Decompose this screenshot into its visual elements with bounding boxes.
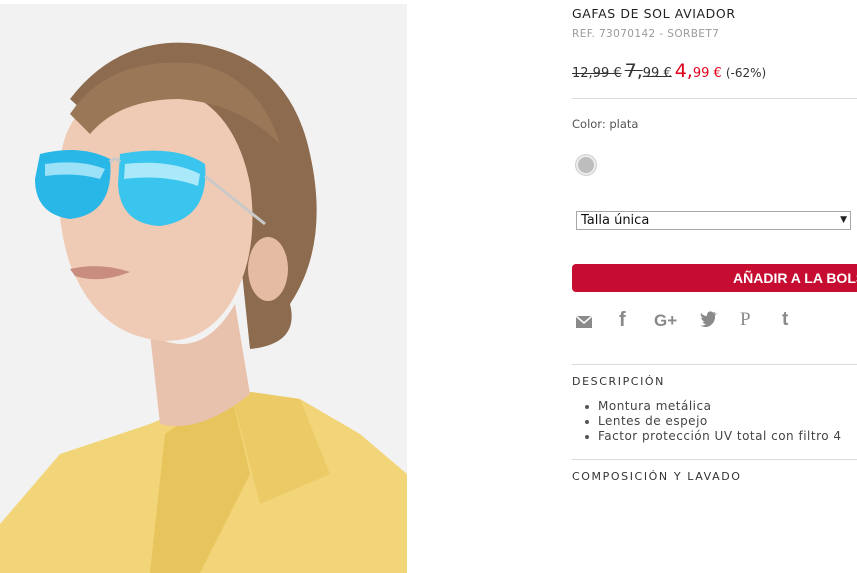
pinterest-icon[interactable]: P: [740, 309, 751, 331]
description-heading[interactable]: DESCRIPCIÓN: [572, 375, 665, 388]
previous-price: 7,99 €: [624, 60, 672, 82]
product-title: GAFAS DE SOL AVIADOR: [572, 6, 736, 21]
divider: [572, 364, 857, 365]
color-swatch-plata[interactable]: [576, 155, 596, 175]
size-selected-value: Talla única: [581, 213, 650, 228]
add-to-bag-button[interactable]: AÑADIR A LA BOLSA: [572, 264, 857, 292]
product-info-panel: GAFAS DE SOL AVIADOR REF. 73070142 - SOR…: [572, 0, 857, 573]
tumblr-icon[interactable]: t: [782, 309, 788, 331]
original-price: 12,99 €: [572, 66, 622, 81]
size-select[interactable]: Talla única ▼: [576, 211, 851, 230]
sale-price: 4,99 €: [674, 60, 722, 82]
description-item: Lentes de espejo: [585, 414, 842, 429]
twitter-icon[interactable]: [700, 311, 718, 332]
google-plus-icon[interactable]: G+: [654, 311, 677, 331]
description-item: Factor protección UV total con filtro 4: [585, 429, 842, 443]
share-bar: f G+ P t: [572, 309, 857, 335]
description-item: Montura metálica: [585, 399, 842, 414]
price-row: 12,99 €7,99 €4,99 € (-62%): [572, 60, 766, 82]
composition-heading[interactable]: COMPOSICIÓN Y LAVADO: [572, 470, 742, 483]
product-reference: REF. 73070142 - SORBET7: [572, 28, 720, 40]
chevron-down-icon: ▼: [840, 215, 847, 225]
facebook-icon[interactable]: f: [619, 309, 626, 332]
product-image[interactable]: [0, 4, 407, 573]
divider: [572, 98, 857, 99]
color-label: Color: plata: [572, 117, 639, 131]
discount-badge: (-62%): [725, 66, 767, 80]
divider: [572, 459, 857, 460]
description-list: Montura metálica Lentes de espejo Factor…: [585, 399, 842, 444]
mail-icon[interactable]: [575, 315, 593, 333]
